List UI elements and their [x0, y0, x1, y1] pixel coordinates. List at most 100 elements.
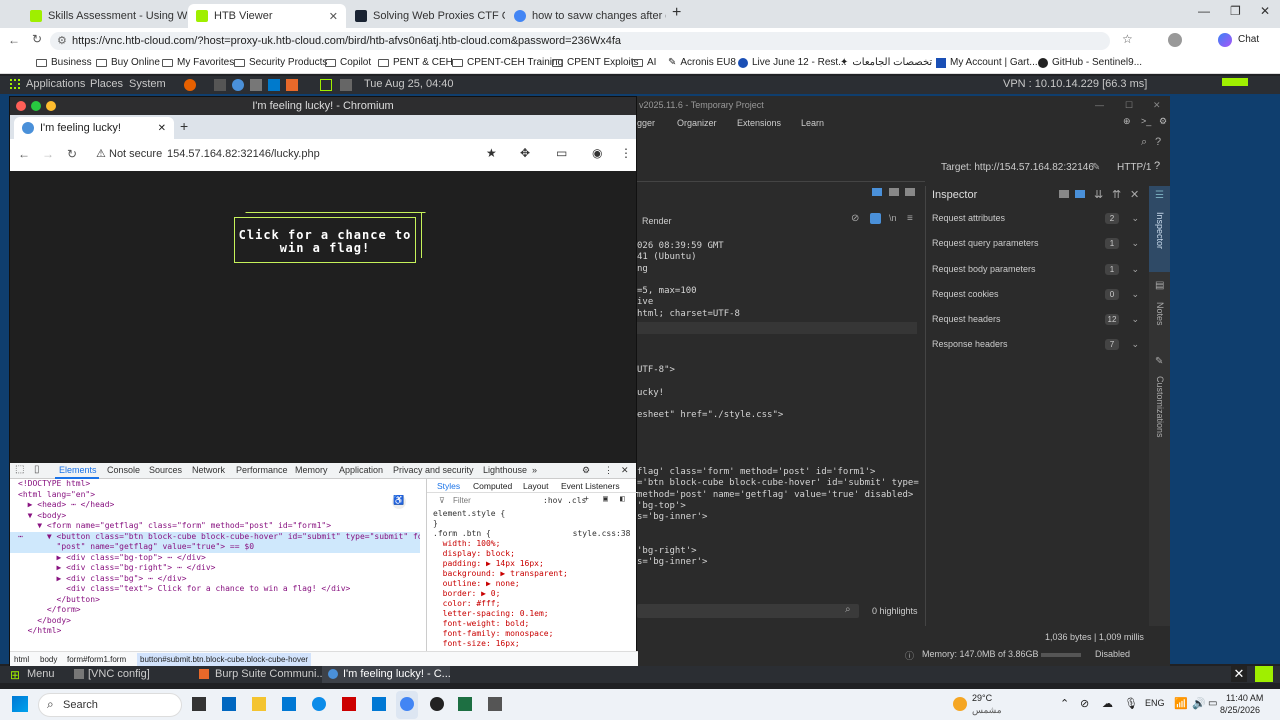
- firefox-icon[interactable]: [184, 79, 196, 91]
- host-tab-active[interactable]: HTB Viewer ✕: [188, 4, 346, 28]
- places-menu[interactable]: Places: [90, 78, 123, 90]
- collapse-icon[interactable]: ⇊: [1094, 188, 1103, 201]
- extensions-icon[interactable]: ✥: [520, 146, 530, 160]
- filter-input[interactable]: Filter: [453, 496, 471, 506]
- layout-icon[interactable]: [889, 188, 899, 196]
- not-secure-label[interactable]: Not secure: [109, 148, 162, 160]
- search-icon[interactable]: ⌕: [845, 604, 851, 615]
- http-version[interactable]: HTTP/1: [1117, 162, 1151, 173]
- globe-icon[interactable]: ⊕: [1123, 116, 1131, 127]
- task-chromium[interactable]: I'm feeling lucky! - C...: [343, 668, 451, 680]
- dom-node[interactable]: ▶ <div class="bg"> ⋯ </div>: [10, 574, 420, 585]
- expand-icon[interactable]: ⇈: [1112, 188, 1121, 201]
- profile-icon[interactable]: ◉: [592, 146, 602, 160]
- search-box[interactable]: ⌕ Search: [38, 693, 182, 717]
- close-icon[interactable]: ✕: [1130, 188, 1139, 201]
- help-icon[interactable]: ?: [1154, 160, 1160, 172]
- battery-icon[interactable]: ▭: [1208, 698, 1217, 709]
- host-tab[interactable]: Solving Web Proxies CTF Challeng✕: [347, 4, 505, 28]
- style-line[interactable]: outline: ▶ none;: [433, 579, 638, 589]
- menu-item[interactable]: Extensions: [737, 118, 781, 128]
- chat-label[interactable]: Chat: [1238, 34, 1259, 45]
- outlook-icon[interactable]: [372, 697, 386, 711]
- copilot-icon[interactable]: [1218, 33, 1232, 47]
- app-icon[interactable]: [342, 697, 356, 711]
- inspect-icon[interactable]: ⬚: [15, 464, 24, 475]
- star-icon[interactable]: ☆: [1122, 32, 1133, 46]
- tab-layout[interactable]: Layout: [523, 481, 549, 491]
- help-icon[interactable]: ?: [1155, 136, 1161, 148]
- dom-node[interactable]: ▼ <body>: [10, 511, 420, 522]
- style-line[interactable]: font-family: monospace;: [433, 629, 638, 639]
- edge-icon[interactable]: [312, 697, 326, 711]
- response-editor[interactable]: 026 08:39:59 GMT 41 (Ubuntu) ng =5, max=100…: [637, 241, 919, 569]
- lucky-button[interactable]: Click for a chance to win a flag!: [234, 217, 416, 263]
- clock-date[interactable]: 8/25/2026: [1220, 705, 1260, 715]
- maximize-button[interactable]: [31, 101, 41, 111]
- excel-icon[interactable]: [458, 697, 472, 711]
- bookmark[interactable]: PENT & CEH: [378, 57, 453, 68]
- chromium-tab[interactable]: I'm feeling lucky! ✕: [14, 117, 174, 139]
- chromium-icon[interactable]: [232, 79, 244, 91]
- bookmark[interactable]: Business: [36, 57, 92, 68]
- dom-tree[interactable]: <!DOCTYPE html> <html lang="en"> ▶ <head>…: [10, 479, 420, 657]
- more-icon[interactable]: ⋮: [604, 465, 613, 476]
- search-icon[interactable]: ⌕: [1141, 136, 1147, 149]
- bookmark[interactable]: Copilot: [325, 57, 371, 68]
- forward-icon[interactable]: →: [42, 147, 54, 161]
- tab-network[interactable]: Network: [192, 465, 225, 475]
- bookmark[interactable]: CPENT-CEH Training: [452, 57, 563, 68]
- dom-node[interactable]: </form>: [10, 605, 420, 616]
- edit-icon[interactable]: ✎: [1092, 162, 1100, 173]
- hide-icon[interactable]: ⊘: [851, 213, 859, 224]
- dom-node[interactable]: </html>: [10, 626, 420, 637]
- tab-sources[interactable]: Sources: [149, 465, 182, 475]
- bookmark[interactable]: Buy Online: [96, 57, 160, 68]
- breadcrumb-item-active[interactable]: button#submit.btn.block-cube.block-cube-…: [137, 653, 312, 666]
- vnc-menu[interactable]: Menu: [27, 668, 55, 680]
- host-url-field[interactable]: ⚙ https://vnc.htb-cloud.com/?host=proxy-…: [50, 32, 1110, 50]
- layout-icon[interactable]: [1059, 190, 1069, 198]
- site-info-icon[interactable]: ⚙: [57, 32, 67, 50]
- reload-icon[interactable]: ↻: [67, 147, 77, 161]
- style-rules[interactable]: element.style {} .form .btn { style.css:3…: [427, 509, 638, 649]
- add-rule-icon[interactable]: +: [584, 494, 589, 504]
- task-burp[interactable]: Burp Suite Communi...: [215, 668, 326, 680]
- style-line[interactable]: font-size: 16px;: [433, 639, 638, 649]
- bookmark[interactable]: Live June 12 - Rest...: [738, 57, 847, 68]
- layout-icon[interactable]: [872, 188, 882, 196]
- wifi-icon[interactable]: 📶: [1174, 697, 1188, 710]
- inspector-row[interactable]: Request cookies 0 ⌄: [926, 282, 1149, 307]
- accessibility-icon[interactable]: ♿: [392, 495, 406, 509]
- hov-cls-toggle[interactable]: :hov .cls: [543, 496, 586, 506]
- dom-node[interactable]: ⋯ ▼ <button class="btn block-cube block-…: [10, 531, 420, 542]
- search-field[interactable]: [637, 604, 859, 618]
- tab-performance[interactable]: Performance: [236, 465, 288, 475]
- wrap-icon[interactable]: [870, 213, 881, 224]
- chrome-icon[interactable]: [400, 697, 414, 711]
- close-icon[interactable]: ✕: [158, 123, 166, 134]
- inspector-row[interactable]: Response headers 7 ⌄: [926, 332, 1149, 357]
- tab-elements[interactable]: Elements: [59, 465, 97, 475]
- style-line[interactable]: display: block;: [433, 549, 638, 559]
- tab-computed[interactable]: Computed: [473, 481, 512, 491]
- close-icon[interactable]: ✕: [1231, 666, 1247, 682]
- task-vnc-config[interactable]: [VNC config]: [88, 668, 150, 680]
- render-tab[interactable]: Render: [642, 216, 672, 226]
- tab-lighthouse[interactable]: Lighthouse: [483, 465, 527, 475]
- minimize-button[interactable]: [46, 101, 56, 111]
- bookmark[interactable]: AI: [632, 57, 656, 68]
- store-icon[interactable]: [282, 697, 296, 711]
- task-view-icon[interactable]: [192, 697, 206, 711]
- tab-memory[interactable]: Memory: [295, 465, 328, 475]
- breadcrumb-item[interactable]: body: [40, 655, 57, 664]
- clock-time[interactable]: 11:40 AM: [1226, 693, 1263, 703]
- url-field[interactable]: 154.57.164.82:32146/lucky.php: [167, 148, 320, 160]
- app-icon[interactable]: [488, 697, 502, 711]
- warning-icon[interactable]: ⚠: [96, 147, 106, 160]
- window-close-button[interactable]: ✕: [1260, 4, 1270, 18]
- bookmark[interactable]: ✦ تخصصات الجامعات: [840, 57, 932, 68]
- breadcrumb-item[interactable]: html: [14, 655, 29, 664]
- inspector-row[interactable]: Request query parameters 1 ⌄: [926, 231, 1149, 256]
- bookmark[interactable]: Security Products: [234, 57, 327, 68]
